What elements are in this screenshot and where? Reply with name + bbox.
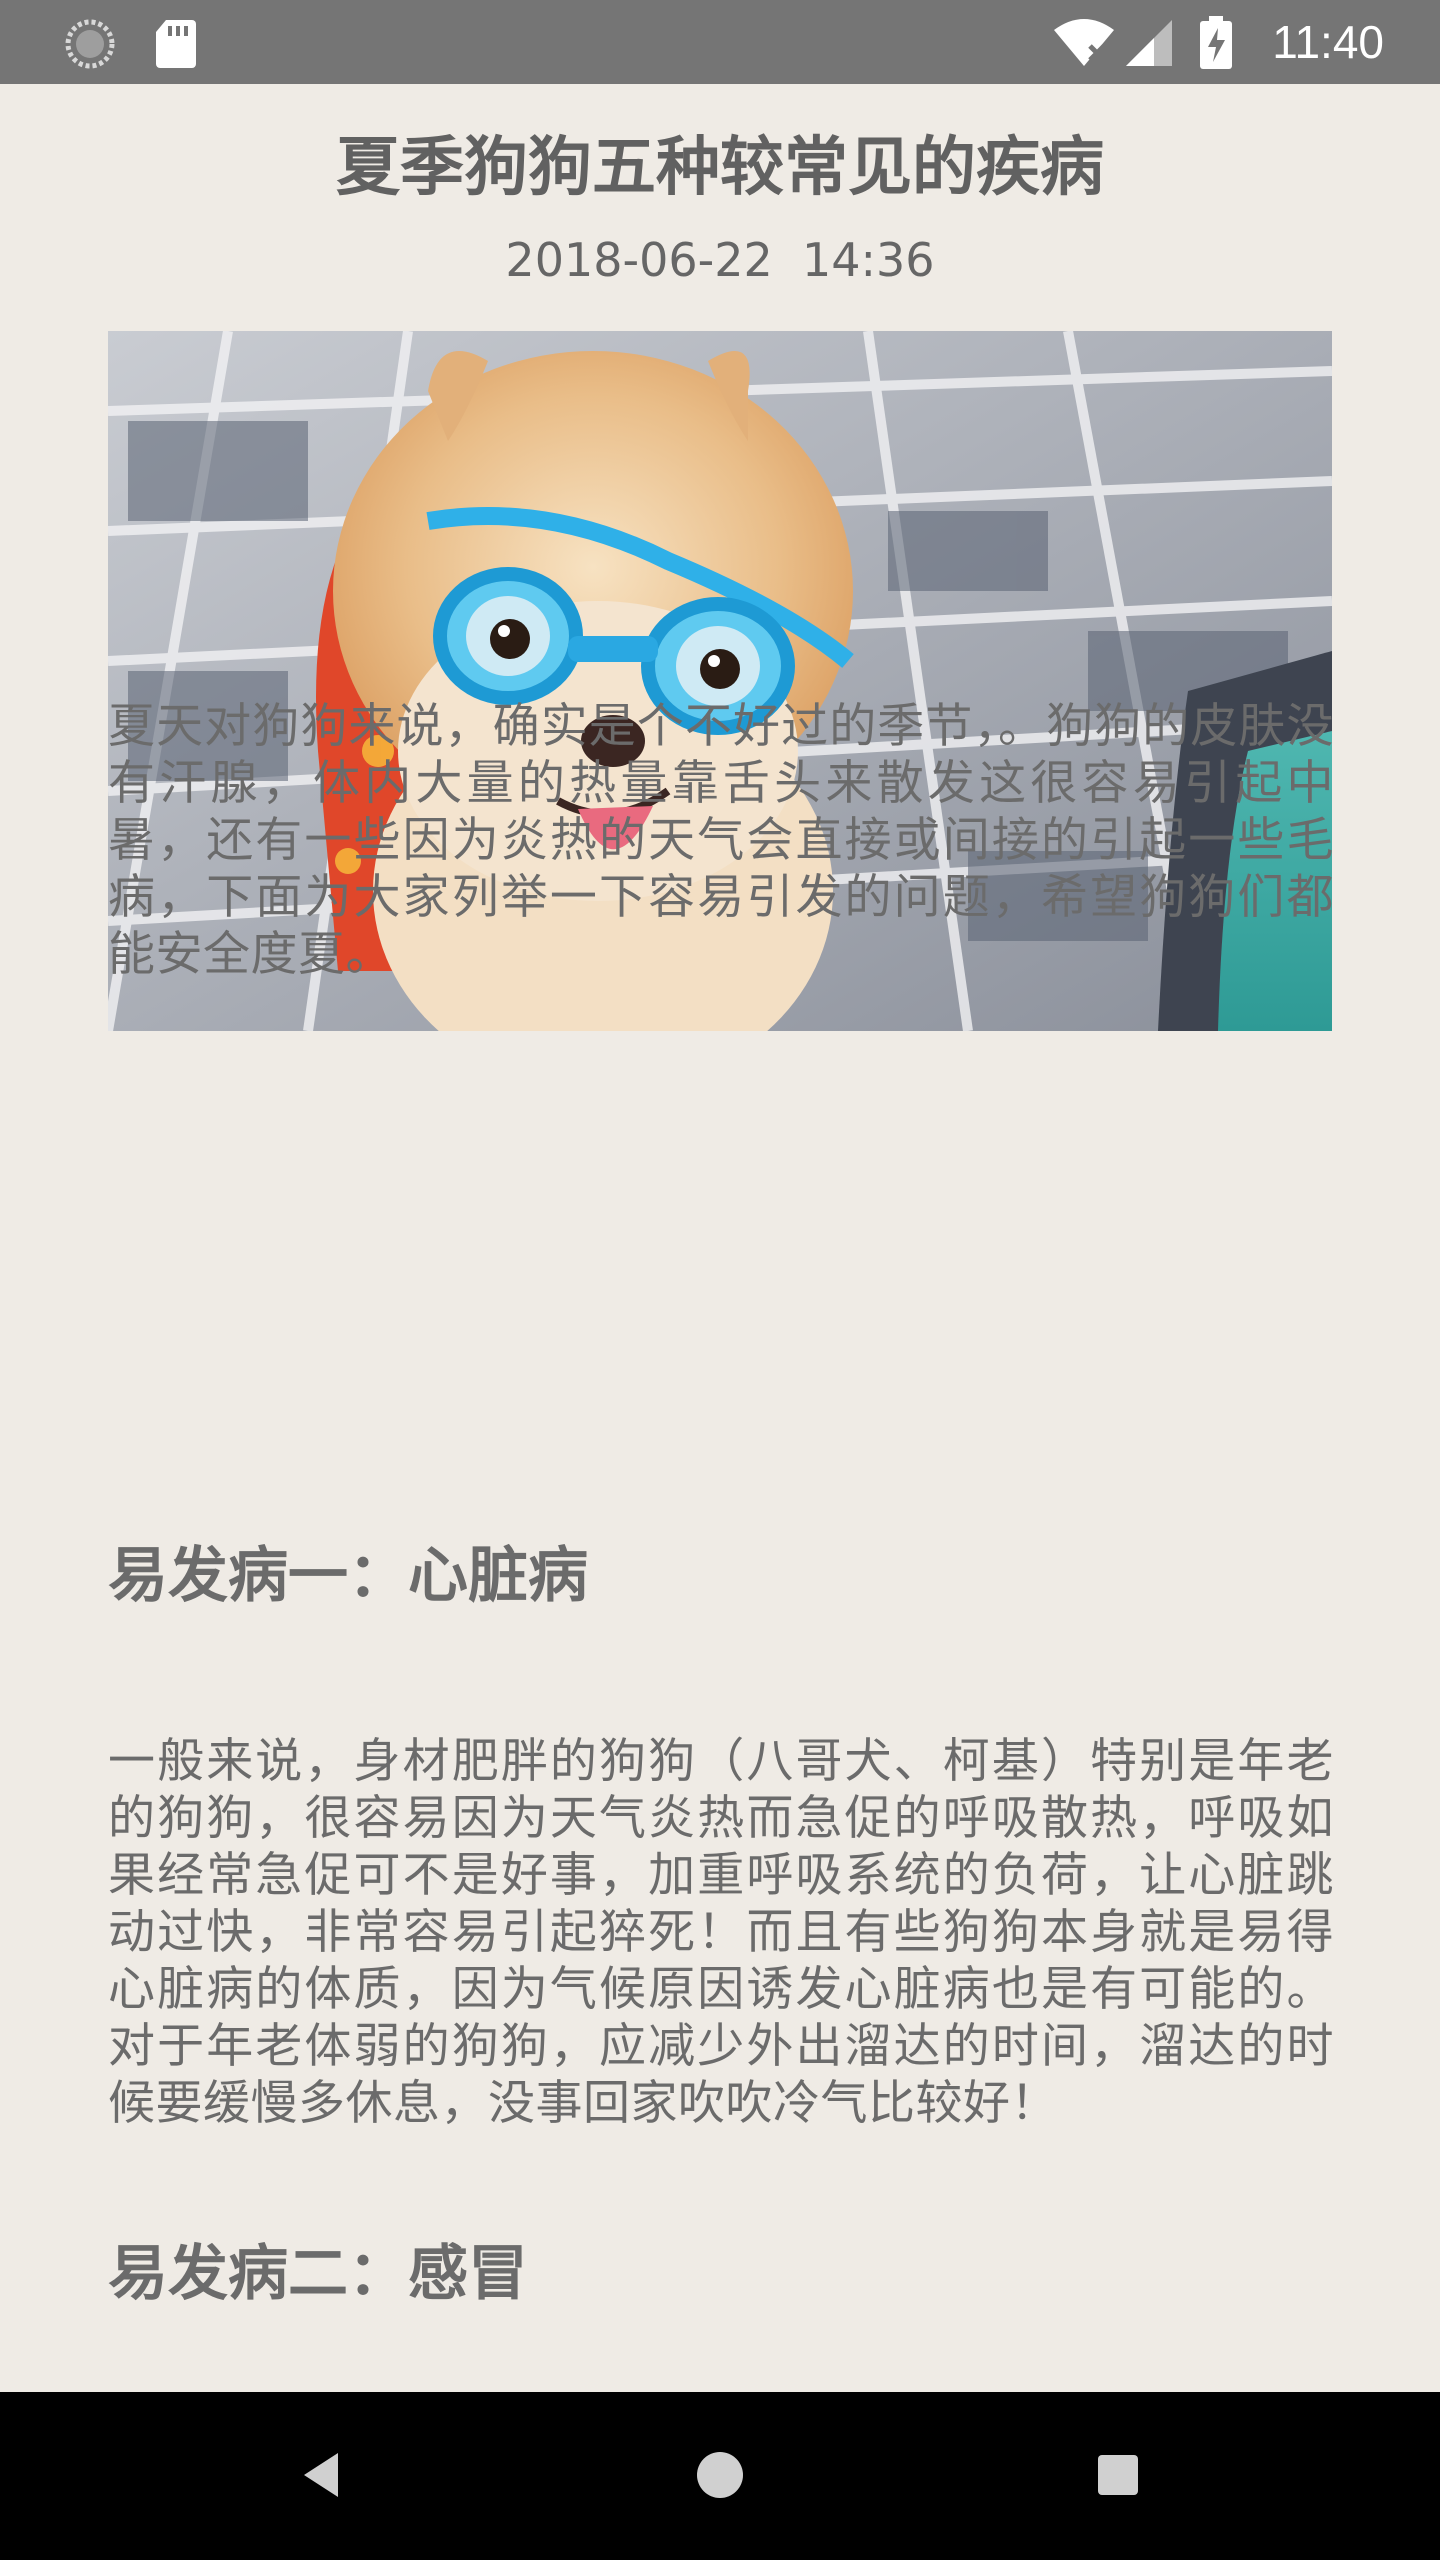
home-icon — [695, 2450, 745, 2504]
navigation-bar — [0, 2392, 1440, 2560]
status-time: 11:40 — [1272, 16, 1384, 68]
recents-button[interactable] — [1058, 2432, 1178, 2522]
wifi-no-internet-icon — [1052, 16, 1116, 72]
home-button[interactable] — [660, 2432, 780, 2522]
cell-signal-icon — [1124, 16, 1174, 72]
article-date: 2018-06-22 14:36 — [505, 233, 935, 287]
recents-icon — [1096, 2453, 1140, 2501]
section-heading-2: 易发病二：感冒 — [108, 2239, 528, 2309]
article-intro: 夏天对狗狗来说，确实是个不好过的季节，。狗狗的皮肤没有汗腺，体内大量的热量靠舌头… — [108, 699, 1334, 982]
back-icon — [298, 2449, 346, 2505]
section-heading-1: 易发病一：心脏病 — [108, 1541, 588, 1611]
sync-circle-icon — [64, 18, 116, 74]
article-title: 夏季狗狗五种较常见的疾病 — [336, 131, 1104, 205]
sd-card-icon — [154, 18, 198, 74]
screen: 11:40 夏季狗狗五种较常见的疾病 2018-06-22 14:36 夏天对狗… — [0, 0, 1440, 2560]
article-content[interactable]: 夏季狗狗五种较常见的疾病 2018-06-22 14:36 夏天对狗狗来说，确实… — [0, 84, 1440, 2392]
section-body-1: 一般来说，身材肥胖的狗狗（八哥犬、柯基）特别是年老的狗狗，很容易因为天气炎热而急… — [108, 1734, 1334, 2131]
status-bar: 11:40 — [0, 0, 1440, 84]
back-button[interactable] — [262, 2432, 382, 2522]
battery-charging-icon — [1198, 16, 1234, 74]
